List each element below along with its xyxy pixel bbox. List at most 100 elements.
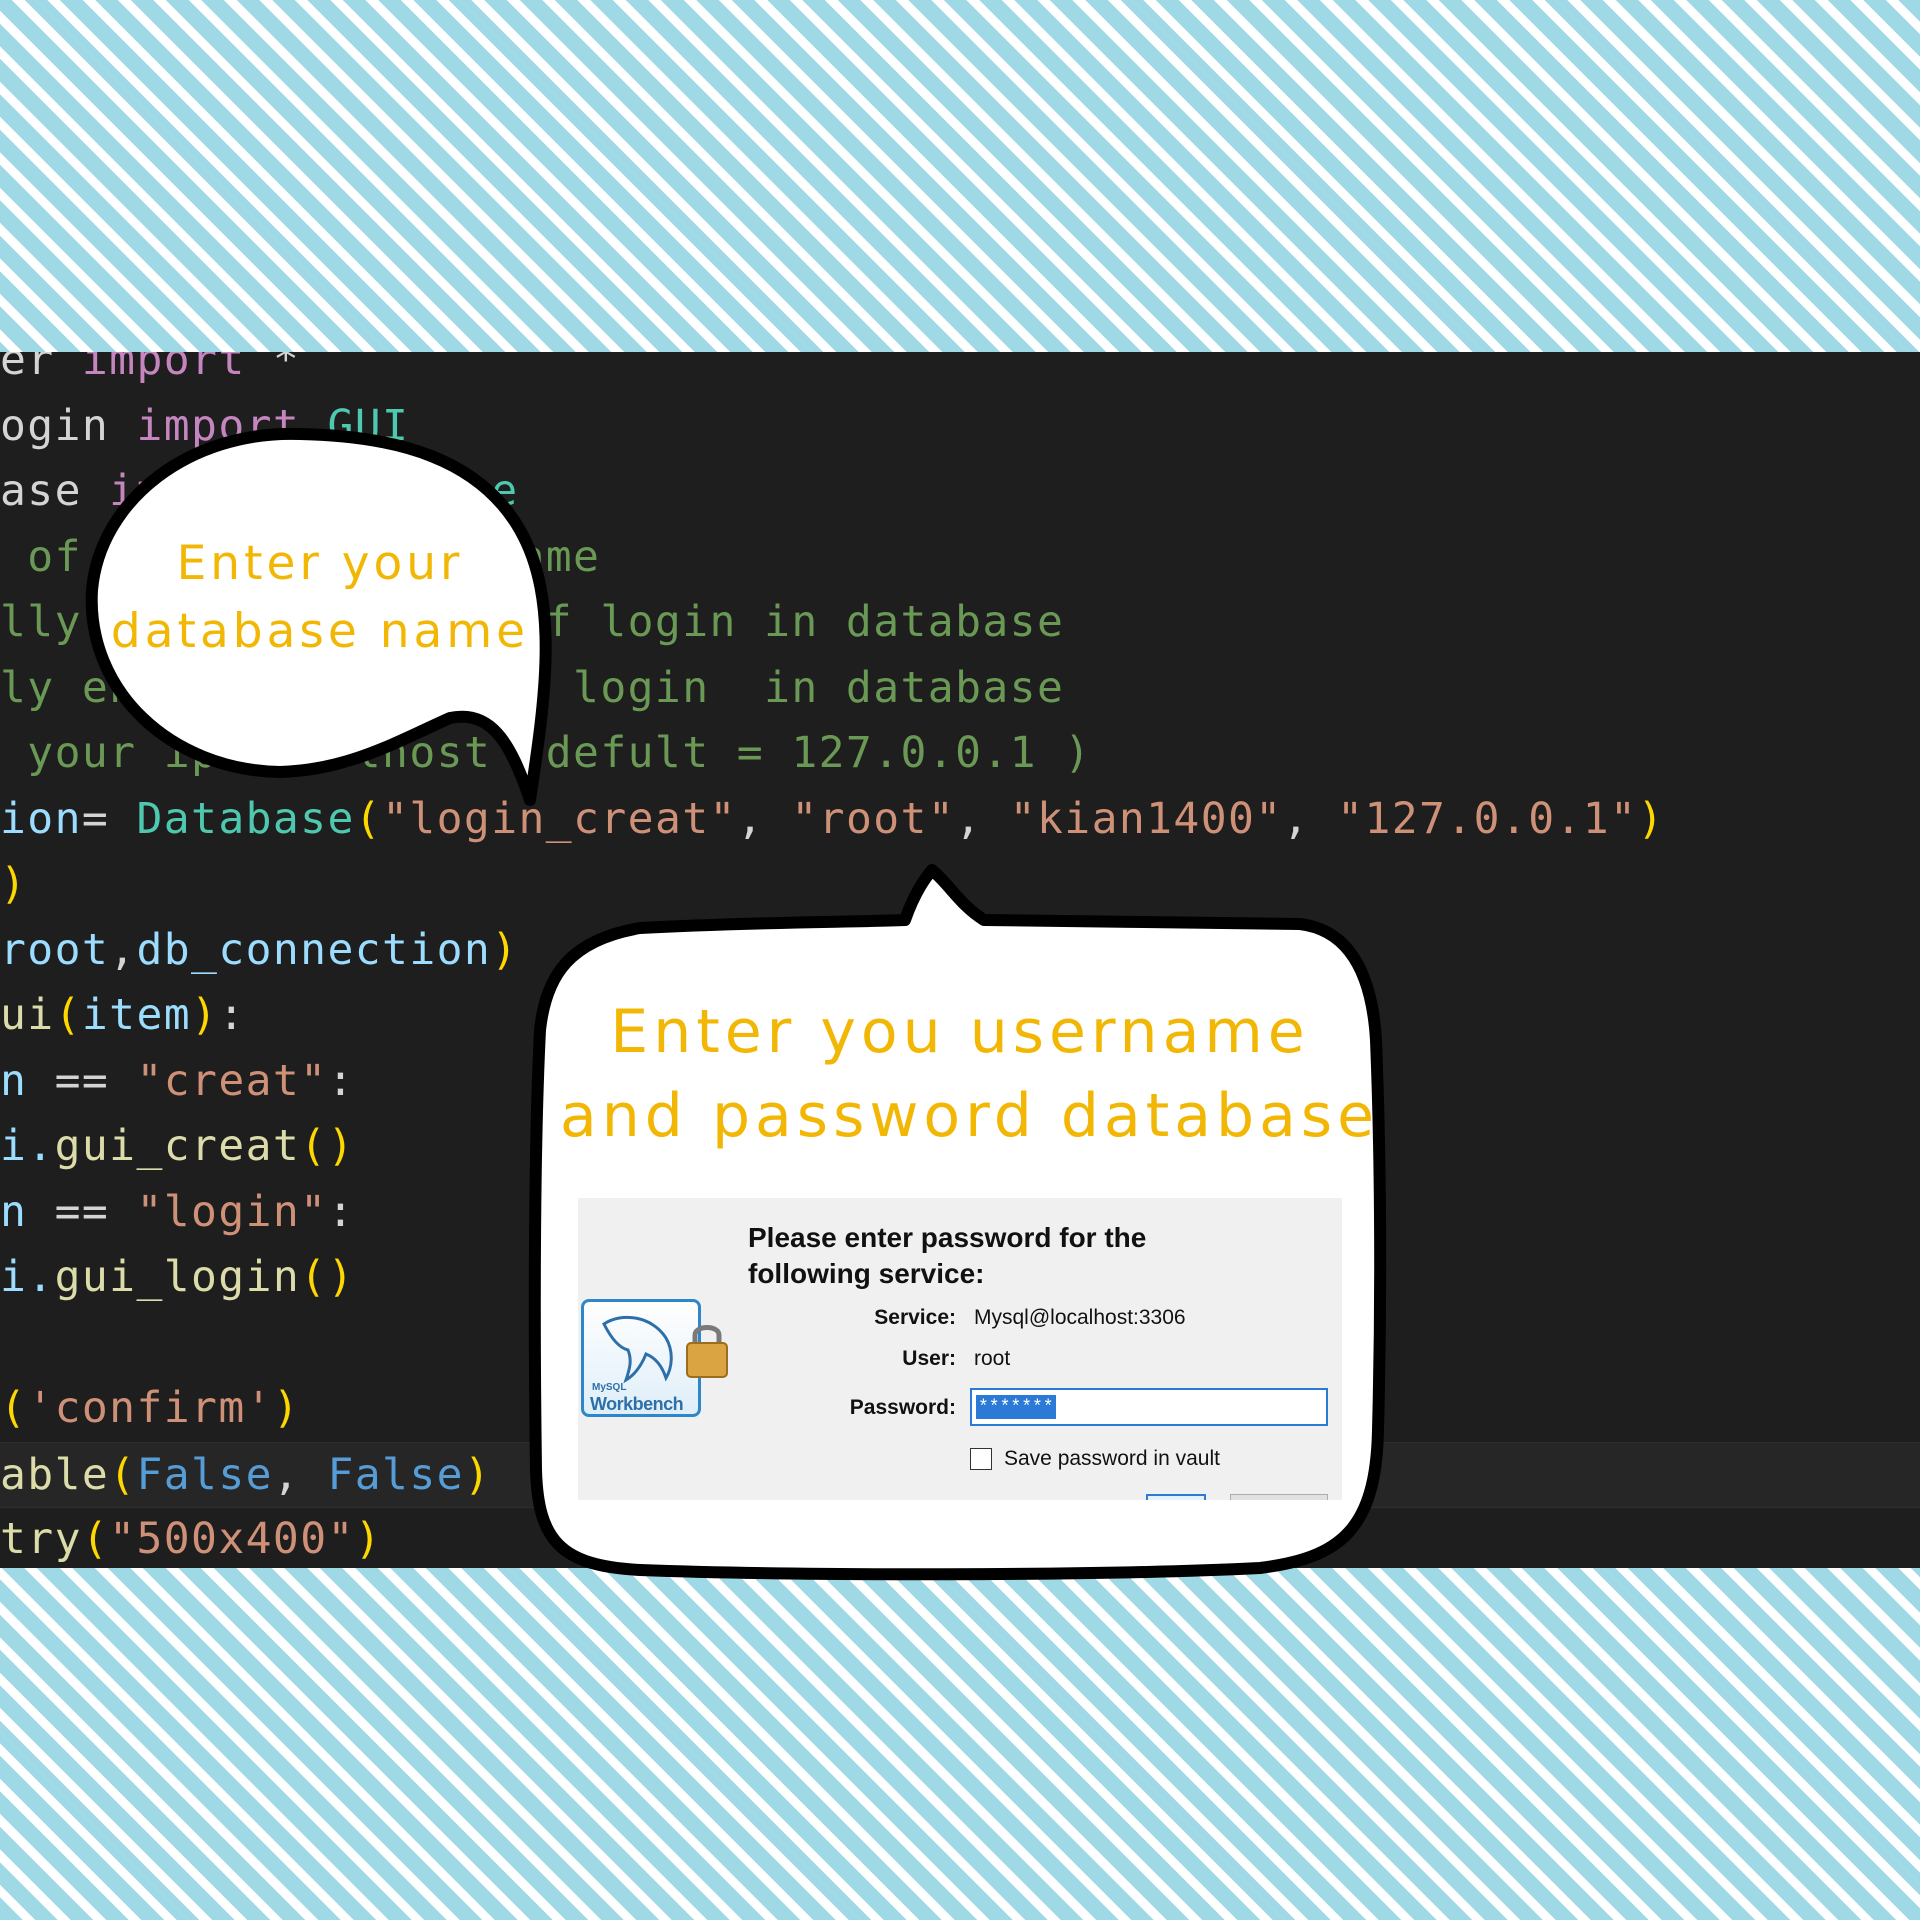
code-token: ( <box>54 990 82 1040</box>
code-token: ( <box>0 1383 28 1433</box>
code-token: able <box>0 1449 110 1500</box>
ok-button[interactable] <box>1146 1494 1206 1500</box>
code-token: False <box>327 1449 464 1500</box>
code-token: "creat" <box>136 1055 328 1106</box>
dialog-heading-line2: following service: <box>748 1258 985 1289</box>
code-token: db_connection <box>136 924 492 975</box>
code-token: item <box>81 990 192 1040</box>
service-value: Mysql@localhost:3306 <box>974 1306 1186 1329</box>
user-value: root <box>974 1347 1011 1370</box>
code-token: try <box>0 1514 82 1564</box>
code-token: i. <box>0 1252 55 1302</box>
dolphin-icon <box>602 1315 673 1384</box>
code-token: () <box>300 1121 355 1171</box>
code-token: ion <box>0 793 82 844</box>
code-line[interactable]: n == "login": <box>0 1180 355 1244</box>
code-token: , <box>1282 793 1338 844</box>
bubble-db-text: Enter your database name <box>100 530 540 666</box>
code-token: ( <box>354 793 383 844</box>
code-token: import <box>136 400 301 451</box>
code-token: : <box>327 1186 355 1237</box>
code-token: Database <box>136 793 355 844</box>
code-token: : <box>218 990 246 1040</box>
code-token: root <box>0 924 110 975</box>
user-label: User: <box>902 1347 956 1370</box>
code-token: ogin <box>0 400 137 451</box>
code-token: ) <box>272 1383 301 1433</box>
code-token: ) <box>191 990 219 1040</box>
dialog-heading: Please enter password for the following … <box>748 1220 1308 1292</box>
code-token: , <box>955 793 1010 844</box>
code-token: () <box>300 1252 355 1302</box>
code-line[interactable]: i.gui_login() <box>0 1245 355 1309</box>
code-line[interactable]: i.gui_creat() <box>0 1114 355 1178</box>
code-token: "127.0.0.1" <box>1337 793 1638 844</box>
code-line[interactable]: ui(item): <box>0 983 246 1047</box>
code-token: your ip localhost (defult = 127.0.0.1 ) <box>0 728 1092 778</box>
code-token: GUI <box>300 400 410 451</box>
code-token: "login" <box>136 1186 328 1237</box>
code-token: er <box>0 352 82 385</box>
code-token: import <box>109 466 273 516</box>
logo-text: Workbench <box>590 1394 684 1414</box>
code-token: : <box>327 1055 355 1106</box>
code-token: 'confirm' <box>27 1383 273 1433</box>
code-token: , <box>272 1449 328 1500</box>
code-token: , <box>109 924 137 975</box>
code-line[interactable]: ('confirm') <box>0 1376 300 1440</box>
code-token: ( <box>109 1449 137 1500</box>
code-token: = <box>81 793 137 844</box>
code-token: == <box>54 1186 137 1237</box>
code-token: ) <box>1637 793 1665 844</box>
save-password-label[interactable]: Save password in vault <box>1004 1447 1220 1471</box>
password-field[interactable]: ******* <box>970 1388 1328 1426</box>
code-token: gui_creat <box>54 1121 301 1171</box>
service-label: Service: <box>874 1306 956 1329</box>
code-token: , <box>736 793 792 844</box>
code-token: ) <box>463 1449 492 1500</box>
code-token: n <box>0 1055 55 1106</box>
code-token: == <box>54 1055 137 1106</box>
bubble-user-line1: Enter you username <box>610 997 1310 1067</box>
code-token: ui <box>0 990 55 1040</box>
code-token: ase <box>0 466 110 516</box>
code-token: "login_creat" <box>382 793 737 844</box>
lock-icon <box>686 1325 728 1378</box>
code-token: ( <box>81 1514 110 1564</box>
code-token: ) <box>354 1514 383 1564</box>
code-token: "500x400" <box>109 1514 355 1564</box>
bubble-db-line1: Enter your <box>176 536 464 591</box>
code-line[interactable]: ase import Database <box>0 459 518 523</box>
code-line[interactable]: try("500x400") <box>0 1507 382 1568</box>
code-token: ) <box>491 924 519 975</box>
save-password-checkbox[interactable] <box>970 1448 992 1470</box>
bubble-user-text: Enter you username and password database <box>560 990 1380 1158</box>
password-dialog: MySQL Workbench Please enter password fo… <box>578 1198 1342 1500</box>
code-token: "kian1400" <box>1009 793 1283 844</box>
code-token: * <box>245 352 301 385</box>
code-token: Database <box>272 466 519 516</box>
code-line[interactable]: your ip localhost (defult = 127.0.0.1 ) <box>0 721 1092 785</box>
code-token: n <box>0 1186 55 1237</box>
code-token: ) <box>0 859 28 909</box>
code-line[interactable]: root,db_connection) <box>0 918 519 982</box>
code-token: i. <box>0 1121 55 1171</box>
logo-small-text: MySQL <box>592 1382 627 1393</box>
dialog-heading-line1: Please enter password for the <box>748 1222 1147 1253</box>
code-token: import <box>81 352 246 385</box>
code-line[interactable]: er import * <box>0 352 300 392</box>
bubble-db-line2: database name <box>110 604 530 659</box>
password-label: Password: <box>849 1396 956 1419</box>
code-token: gui_login <box>54 1252 301 1302</box>
code-line[interactable]: ion= Database("login_creat", "root", "ki… <box>0 787 1665 851</box>
bubble-user-line2: and password database <box>560 1081 1380 1151</box>
code-line[interactable]: ) <box>0 852 27 916</box>
mysql-workbench-logo: MySQL Workbench <box>581 1299 728 1419</box>
code-line[interactable]: n == "creat": <box>0 1049 355 1113</box>
code-token: ly enter password of login in database <box>0 662 1065 713</box>
code-token: "root" <box>791 793 956 844</box>
password-value: ******* <box>976 1395 1056 1419</box>
code-line[interactable]: ogin import GUI <box>0 394 409 458</box>
code-token: False <box>136 1449 273 1500</box>
cancel-button[interactable] <box>1230 1494 1328 1500</box>
